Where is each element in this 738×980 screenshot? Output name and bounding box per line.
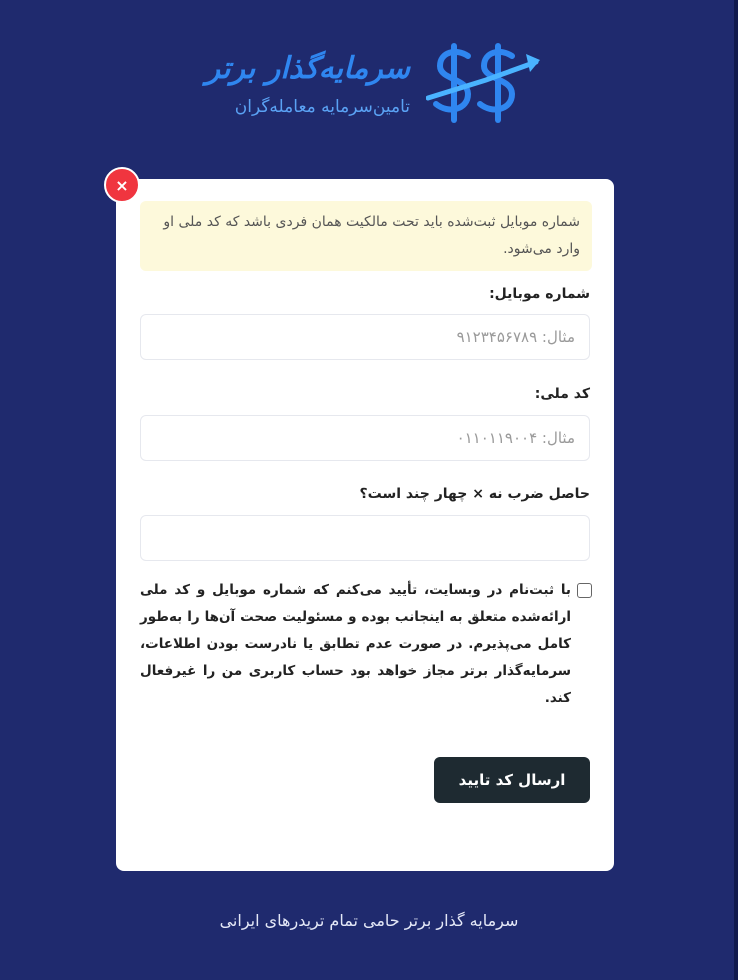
consent-row: با ثبت‌نام در وبسایت، تأیید می‌کنم که شم… bbox=[140, 577, 592, 717]
ownership-notice: شماره موبایل ثبت‌شده باید تحت مالکیت هما… bbox=[140, 201, 592, 271]
mobile-label: شماره موبایل: bbox=[489, 286, 590, 302]
brand-name: سرمایه‌گذار برتر bbox=[205, 51, 410, 86]
captcha-label: حاصل ضرب نه × چهار چند است؟ bbox=[359, 486, 590, 502]
verification-card: شماره موبایل ثبت‌شده باید تحت مالکیت هما… bbox=[116, 179, 614, 871]
scrollbar-track[interactable] bbox=[734, 0, 738, 980]
brand-tagline: تامین‌سرمایه معامله‌گران bbox=[234, 97, 410, 117]
site-header: سرمایه‌گذار برتر تامین‌سرمایه معامله‌گرا… bbox=[0, 38, 738, 134]
dollar-signs-logo-icon bbox=[426, 43, 540, 123]
footer-slogan: سرمایه گذار برتر حامی تمام تریدرهای ایرا… bbox=[219, 911, 519, 930]
consent-text: با ثبت‌نام در وبسایت، تأیید می‌کنم که شم… bbox=[140, 582, 571, 706]
national-id-label: کد ملی: bbox=[534, 386, 590, 402]
national-id-input[interactable] bbox=[140, 415, 590, 461]
send-code-button[interactable]: ارسال کد تایید bbox=[434, 757, 590, 803]
consent-checkbox[interactable] bbox=[577, 583, 592, 598]
page: سرمایه‌گذار برتر تامین‌سرمایه معامله‌گرا… bbox=[0, 0, 738, 980]
mobile-input[interactable] bbox=[140, 314, 590, 360]
captcha-input[interactable] bbox=[140, 515, 590, 561]
close-button[interactable]: × bbox=[104, 167, 140, 203]
